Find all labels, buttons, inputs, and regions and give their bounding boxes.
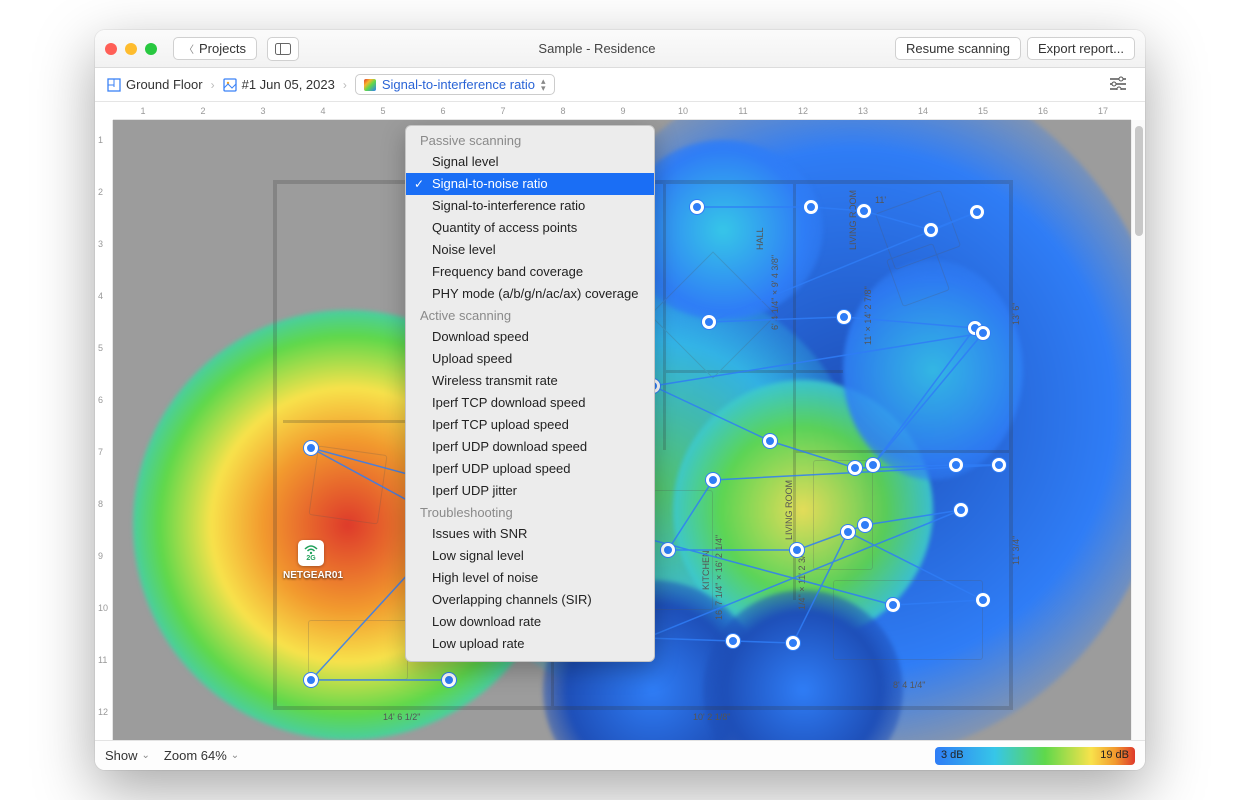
canvas: 1234567891011121314151617 12345678910111… bbox=[95, 102, 1145, 740]
chevron-right-icon: › bbox=[343, 78, 347, 92]
sliders-icon bbox=[1109, 76, 1127, 90]
survey-point[interactable] bbox=[726, 634, 740, 648]
survey-point[interactable] bbox=[970, 205, 984, 219]
chevron-left-icon: 〈 bbox=[184, 41, 194, 56]
survey-point[interactable] bbox=[837, 310, 851, 324]
menu-item[interactable]: Iperf TCP upload speed bbox=[406, 414, 654, 436]
legend-max: 19 dB bbox=[1100, 749, 1129, 761]
survey-point[interactable] bbox=[857, 204, 871, 218]
visualization-menu: Passive scanningSignal level✓Signal-to-n… bbox=[405, 125, 655, 662]
survey-point[interactable] bbox=[841, 525, 855, 539]
updown-icon: ▴▾ bbox=[541, 78, 546, 92]
survey-point[interactable] bbox=[304, 673, 318, 687]
floorplan-icon bbox=[107, 78, 121, 92]
chevron-down-icon: ⌄ bbox=[142, 750, 150, 761]
menu-item[interactable]: PHY mode (a/b/g/n/ac/ax) coverage bbox=[406, 283, 654, 305]
survey-point[interactable] bbox=[790, 543, 804, 557]
zoom-menu-button[interactable]: Zoom 64% ⌄ bbox=[164, 748, 239, 763]
survey-point[interactable] bbox=[992, 458, 1006, 472]
survey-point[interactable] bbox=[702, 315, 716, 329]
ruler-horizontal: 1234567891011121314151617 bbox=[113, 102, 1131, 120]
back-button[interactable]: 〈 Projects bbox=[173, 37, 257, 60]
menu-item[interactable]: Wireless transmit rate bbox=[406, 370, 654, 392]
chevron-down-icon: ⌄ bbox=[231, 750, 239, 761]
menu-item[interactable]: Iperf UDP upload speed bbox=[406, 458, 654, 480]
survey-point[interactable] bbox=[661, 543, 675, 557]
survey-point[interactable] bbox=[706, 473, 720, 487]
menu-item[interactable]: Noise level bbox=[406, 239, 654, 261]
menu-item[interactable]: Low download rate bbox=[406, 611, 654, 633]
survey-point[interactable] bbox=[858, 518, 872, 532]
menu-item[interactable]: Frequency band coverage bbox=[406, 261, 654, 283]
access-point-marker[interactable]: 2G bbox=[298, 540, 324, 566]
survey-point[interactable] bbox=[976, 326, 990, 340]
survey-point[interactable] bbox=[786, 636, 800, 650]
visualization-dropdown[interactable]: Signal-to-interference ratio ▴▾ bbox=[355, 74, 555, 95]
export-report-button[interactable]: Export report... bbox=[1027, 37, 1135, 60]
chevron-right-icon: › bbox=[211, 78, 215, 92]
menu-item[interactable]: ✓Signal-to-noise ratio bbox=[406, 173, 654, 195]
survey-point[interactable] bbox=[954, 503, 968, 517]
menu-item[interactable]: Signal-to-interference ratio bbox=[406, 195, 654, 217]
breadcrumb-floor[interactable]: Ground Floor bbox=[107, 77, 203, 92]
breadcrumb: Ground Floor › #1 Jun 05, 2023 › Signal-… bbox=[95, 68, 1145, 102]
menu-section-label: Troubleshooting bbox=[406, 502, 654, 523]
survey-point[interactable] bbox=[804, 200, 818, 214]
legend-min: 3 dB bbox=[941, 749, 964, 761]
menu-item[interactable]: Low signal level bbox=[406, 545, 654, 567]
survey-point[interactable] bbox=[304, 441, 318, 455]
minimize-icon[interactable] bbox=[125, 43, 137, 55]
survey-point[interactable] bbox=[690, 200, 704, 214]
ruler-vertical: 123456789101112 bbox=[95, 120, 113, 740]
menu-section-label: Active scanning bbox=[406, 305, 654, 326]
access-point-label: NETGEAR01 bbox=[283, 570, 343, 581]
titlebar: 〈 Projects Sample - Residence Resume sca… bbox=[95, 30, 1145, 68]
menu-item[interactable]: Issues with SNR bbox=[406, 523, 654, 545]
window-title: Sample - Residence bbox=[309, 41, 885, 56]
menu-item[interactable]: Quantity of access points bbox=[406, 217, 654, 239]
check-icon: ✓ bbox=[414, 175, 424, 193]
wifi-icon bbox=[304, 545, 318, 555]
survey-point[interactable] bbox=[949, 458, 963, 472]
signal-legend: 3 dB 19 dB bbox=[935, 747, 1135, 765]
view-settings-button[interactable] bbox=[1103, 72, 1133, 97]
heatmap-viewport[interactable]: 11' LIVING ROOM 11' × 14' 2 7/8" HALL 6'… bbox=[113, 120, 1131, 740]
menu-item[interactable]: Iperf TCP download speed bbox=[406, 392, 654, 414]
survey-point[interactable] bbox=[924, 223, 938, 237]
survey-point[interactable] bbox=[976, 593, 990, 607]
menu-item[interactable]: Low upload rate bbox=[406, 633, 654, 655]
menu-item[interactable]: Iperf UDP download speed bbox=[406, 436, 654, 458]
menu-item[interactable]: Signal level bbox=[406, 151, 654, 173]
sidebar-icon bbox=[275, 43, 291, 55]
survey-point[interactable] bbox=[866, 458, 880, 472]
menu-item[interactable]: Upload speed bbox=[406, 348, 654, 370]
scrollbar-thumb[interactable] bbox=[1135, 126, 1143, 236]
sidebar-toggle-button[interactable] bbox=[267, 37, 299, 61]
visualization-icon bbox=[364, 79, 376, 91]
menu-section-label: Passive scanning bbox=[406, 130, 654, 151]
snapshot-icon bbox=[223, 78, 237, 92]
status-bar: Show ⌄ Zoom 64% ⌄ 3 dB 19 dB bbox=[95, 740, 1145, 770]
menu-item[interactable]: Iperf UDP jitter bbox=[406, 480, 654, 502]
breadcrumb-snapshot[interactable]: #1 Jun 05, 2023 bbox=[223, 77, 335, 92]
app-window: 〈 Projects Sample - Residence Resume sca… bbox=[95, 30, 1145, 770]
survey-point[interactable] bbox=[442, 673, 456, 687]
window-controls bbox=[105, 43, 157, 55]
maximize-icon[interactable] bbox=[145, 43, 157, 55]
survey-point[interactable] bbox=[886, 598, 900, 612]
menu-item[interactable]: Overlapping channels (SIR) bbox=[406, 589, 654, 611]
menu-item[interactable]: Download speed bbox=[406, 326, 654, 348]
survey-point[interactable] bbox=[848, 461, 862, 475]
survey-point[interactable] bbox=[763, 434, 777, 448]
menu-item[interactable]: High level of noise bbox=[406, 567, 654, 589]
back-label: Projects bbox=[199, 41, 246, 56]
resume-scanning-button[interactable]: Resume scanning bbox=[895, 37, 1021, 60]
close-icon[interactable] bbox=[105, 43, 117, 55]
scrollbar-vertical[interactable] bbox=[1131, 120, 1145, 740]
show-menu-button[interactable]: Show ⌄ bbox=[105, 748, 150, 763]
